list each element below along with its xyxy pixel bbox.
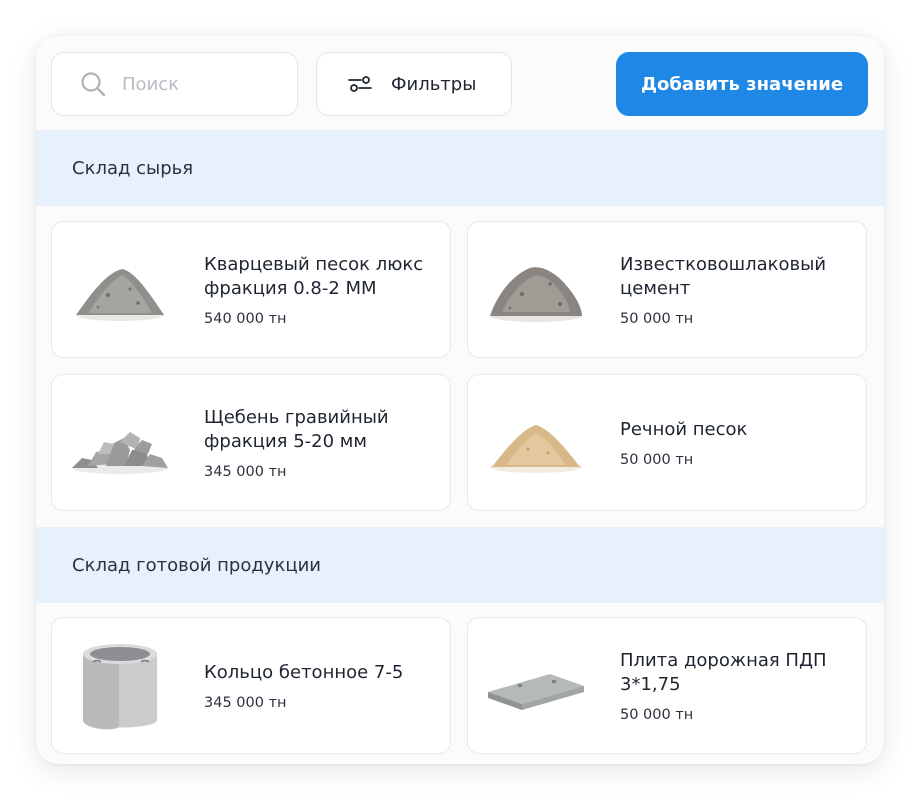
search-input[interactable]: [122, 73, 262, 95]
product-title: Щебень гравийный фракция 5-20 мм: [204, 406, 389, 452]
section-header-finished-products: Склад готовой продукции: [36, 527, 884, 603]
product-card[interactable]: Известковошлаковый цемент 50 000 тн: [467, 221, 867, 358]
filters-label: Фильтры: [391, 73, 477, 95]
product-qty: 50 000 тн: [620, 706, 694, 723]
search-box[interactable]: [51, 52, 298, 116]
product-title: Кольцо бетонное 7-5: [204, 661, 404, 683]
product-qty: 540 000 тн: [204, 310, 287, 327]
gravel-image: [68, 391, 172, 495]
product-title: Известковошлаковый цемент: [620, 253, 827, 299]
product-qty: 345 000 тн: [204, 694, 287, 711]
product-card[interactable]: Щебень гравийный фракция 5-20 мм 345 000…: [51, 374, 451, 511]
product-qty: 345 000 тн: [204, 463, 287, 480]
product-qty: 50 000 тн: [620, 310, 694, 327]
product-title: Кварцевый песок люкс фракция 0.8-2 ММ: [204, 253, 424, 299]
section-header-raw-materials: Склад сырья: [36, 130, 884, 206]
section-title: Склад сырья: [72, 157, 194, 179]
add-value-label: Добавить значение: [640, 73, 844, 95]
cement-image: [484, 238, 588, 342]
product-card[interactable]: Кварцевый песок люкс фракция 0.8-2 ММ 54…: [51, 221, 451, 358]
filters-button[interactable]: Фильтры: [316, 52, 512, 116]
product-card[interactable]: Кольцо бетонное 7-5 345 000 тн: [51, 617, 451, 754]
filter-sliders-icon: [348, 76, 372, 92]
product-card[interactable]: Плита дорожная ПДП 3*1,75 50 000 тн: [467, 617, 867, 754]
road-slab-image: [484, 634, 588, 738]
warehouse-panel: Фильтры Добавить значение Склад сырья Кв…: [36, 36, 884, 764]
river-sand-image: [484, 391, 588, 495]
product-title: Плита дорожная ПДП 3*1,75: [620, 649, 827, 695]
product-qty: 50 000 тн: [620, 451, 694, 468]
section-title: Склад готовой продукции: [72, 554, 321, 576]
search-icon: [81, 72, 106, 97]
toolbar: Фильтры Добавить значение: [36, 36, 884, 130]
product-card[interactable]: Речной песок 50 000 тн: [467, 374, 867, 511]
quartz-sand-image: [68, 238, 172, 342]
add-value-button[interactable]: Добавить значение: [616, 52, 868, 116]
concrete-ring-image: [68, 634, 172, 738]
product-title: Речной песок: [620, 418, 748, 440]
